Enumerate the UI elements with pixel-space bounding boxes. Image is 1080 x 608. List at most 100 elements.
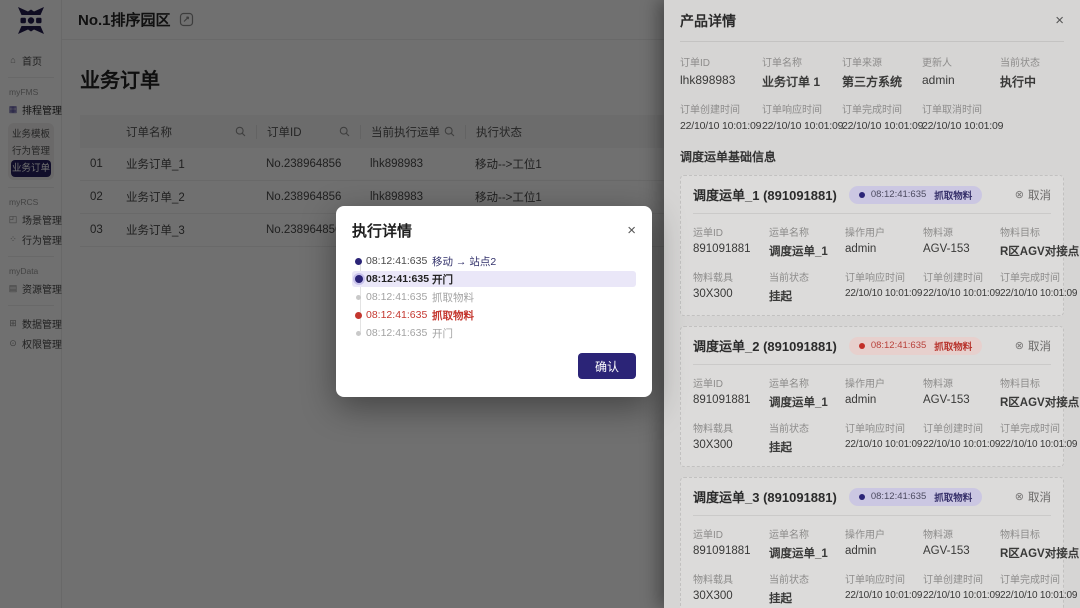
field-value: 22/10/10 10:01:09 — [922, 120, 1064, 132]
order-time-grid: 订单创建时间 22/10/10 10:01:09 订单响应时间 22/10/10… — [680, 101, 1064, 132]
field-value: 22/10/10 10:01:09 — [762, 120, 842, 132]
field-label: 运单名称 — [769, 224, 845, 239]
field-label: 订单响应时间 — [845, 269, 923, 284]
field-label: 订单名称 — [762, 54, 842, 69]
field-value: admin — [922, 73, 1000, 87]
timeline-step: 08:12:41:635 开门 — [352, 325, 636, 341]
cancel-button[interactable]: ⊗ 取消 — [1015, 489, 1051, 505]
field-label: 订单ID — [680, 54, 762, 69]
field-value: admin — [845, 545, 923, 557]
field-value: AGV-153 — [923, 394, 1000, 406]
field-label: 物料载具 — [693, 269, 769, 284]
timeline-step: 08:12:41:635 移动 → 站点2 — [352, 253, 636, 269]
waybill-card-title: 调度运单_2 (891091881) — [693, 336, 837, 355]
field-label: 订单创建时间 — [680, 101, 762, 116]
field-value: 调度运单_1 — [769, 545, 845, 561]
field-label: 订单响应时间 — [845, 571, 923, 586]
field-label: 订单完成时间 — [842, 101, 922, 116]
badge-time: 08:12:41:635 — [871, 189, 926, 200]
step-label: 抓取物料 — [432, 290, 474, 305]
field-label: 操作用户 — [845, 526, 923, 541]
step-time: 08:12:41:635 — [366, 309, 432, 321]
field-label: 当前状态 — [769, 269, 845, 284]
step-dot-icon — [355, 331, 366, 336]
timeline-step: 08:12:41:635 抓取物料 — [352, 289, 636, 305]
field-value: 22/10/10 10:01:09 — [680, 120, 762, 132]
field-value: 挂起 — [769, 590, 845, 606]
field-value: 30X300 — [693, 439, 769, 451]
badge-label: 抓取物料 — [934, 339, 972, 353]
field-value: R区AGV对接点 — [1000, 243, 1079, 259]
step-dot-icon — [355, 258, 366, 265]
field-value: 891091881 — [693, 545, 769, 557]
field-label: 当前状态 — [769, 571, 845, 586]
field-label: 当前状态 — [769, 420, 845, 435]
step-dot-icon — [355, 312, 366, 319]
cancel-circle-icon: ⊗ — [1015, 490, 1024, 503]
field-label: 运单ID — [693, 526, 769, 541]
field-label: 物料目标 — [1000, 224, 1079, 239]
field-label: 订单来源 — [842, 54, 922, 69]
waybill-card-title: 调度运单_3 (891091881) — [693, 487, 837, 506]
field-value: 30X300 — [693, 590, 769, 602]
badge-label: 抓取物料 — [934, 490, 972, 504]
field-label: 物料目标 — [1000, 526, 1079, 541]
badge-time: 08:12:41:635 — [871, 340, 926, 351]
field-label: 订单创建时间 — [923, 571, 1000, 586]
status-dot-icon — [859, 192, 865, 198]
cancel-circle-icon: ⊗ — [1015, 188, 1024, 201]
field-value: 22/10/10 10:01:09 — [923, 590, 1000, 601]
field-value: 22/10/10 10:01:09 — [1000, 590, 1079, 601]
field-value: 22/10/10 10:01:09 — [845, 590, 923, 601]
section-title: 调度运单基础信息 — [680, 148, 1064, 165]
modal-title: 执行详情 — [352, 220, 412, 241]
field-value: lhk898983 — [680, 73, 762, 87]
execution-detail-modal: 执行详情 × 08:12:41:635 移动 → 站点2 08:12:41:63… — [336, 206, 652, 397]
waybill-card: 调度运单_1 (891091881) 08:12:41:635 抓取物料 ⊗ 取… — [680, 175, 1064, 316]
field-value: admin — [845, 394, 923, 406]
status-dot-icon — [859, 494, 865, 500]
order-info-grid: 订单ID lhk898983 订单名称 业务订单 1 订单来源 第三方系统 更新… — [680, 54, 1064, 90]
close-icon[interactable]: × — [1055, 13, 1064, 28]
field-label: 订单创建时间 — [923, 420, 1000, 435]
cancel-circle-icon: ⊗ — [1015, 339, 1024, 352]
field-value: 30X300 — [693, 288, 769, 300]
field-label: 运单名称 — [769, 375, 845, 390]
waybill-card: 调度运单_3 (891091881) 08:12:41:635 抓取物料 ⊗ 取… — [680, 477, 1064, 608]
field-value: 第三方系统 — [842, 73, 922, 90]
status-badge: 08:12:41:635 抓取物料 — [849, 488, 983, 506]
step-label: 开门 — [432, 326, 453, 341]
field-label: 更新人 — [922, 54, 1000, 69]
field-label: 物料目标 — [1000, 375, 1079, 390]
waybill-card-title: 调度运单_1 (891091881) — [693, 185, 837, 204]
confirm-button[interactable]: 确认 — [578, 353, 636, 379]
field-label: 物料源 — [923, 526, 1000, 541]
field-value: 22/10/10 10:01:09 — [1000, 288, 1079, 299]
field-value: 22/10/10 10:01:09 — [923, 288, 1000, 299]
field-value: R区AGV对接点 — [1000, 394, 1079, 410]
field-value: 22/10/10 10:01:09 — [842, 120, 922, 132]
step-time: 08:12:41:635 — [366, 291, 432, 303]
field-value: 调度运单_1 — [769, 394, 845, 410]
field-value: 891091881 — [693, 394, 769, 406]
field-value: AGV-153 — [923, 243, 1000, 255]
field-label: 当前状态 — [1000, 54, 1064, 69]
step-label: 移动 → 站点2 — [432, 254, 496, 269]
field-label: 订单完成时间 — [1000, 420, 1079, 435]
waybill-card: 调度运单_2 (891091881) 08:12:41:635 抓取物料 ⊗ 取… — [680, 326, 1064, 467]
field-value: 22/10/10 10:01:09 — [923, 439, 1000, 450]
timeline-step-current: 08:12:41:635 开门 — [352, 271, 636, 287]
close-icon[interactable]: × — [627, 223, 636, 238]
field-value: 22/10/10 10:01:09 — [1000, 439, 1079, 450]
cancel-button[interactable]: ⊗ 取消 — [1015, 187, 1051, 203]
field-value: 22/10/10 10:01:09 — [845, 439, 923, 450]
status-badge: 08:12:41:635 抓取物料 — [849, 337, 983, 355]
field-label: 物料源 — [923, 375, 1000, 390]
step-dot-icon — [355, 275, 366, 283]
timeline-step-error: 08:12:41:635 抓取物料 — [352, 307, 636, 323]
field-value: admin — [845, 243, 923, 255]
field-label: 运单ID — [693, 375, 769, 390]
cancel-button[interactable]: ⊗ 取消 — [1015, 338, 1051, 354]
field-value: 业务订单 1 — [762, 73, 842, 90]
field-value: 22/10/10 10:01:09 — [845, 288, 923, 299]
